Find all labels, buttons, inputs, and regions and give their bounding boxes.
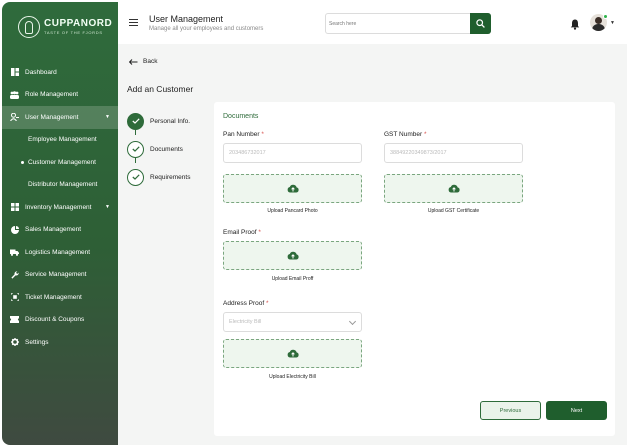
back-button[interactable]: Back bbox=[129, 58, 157, 65]
truck-icon bbox=[10, 248, 19, 257]
search-input[interactable] bbox=[329, 17, 469, 30]
sidebar-nav: Dashboard Role Management User Managemen… bbox=[2, 61, 118, 354]
search-icon bbox=[476, 19, 485, 28]
upload-caption: Upload GST Certificate bbox=[427, 208, 480, 214]
back-label: Back bbox=[143, 58, 158, 65]
sidebar-item-dashboard[interactable]: Dashboard bbox=[2, 61, 118, 84]
user-icon bbox=[10, 113, 19, 122]
upload-caption: Upload Electricity Bill bbox=[269, 374, 316, 380]
sidebar-item-label: Role Management bbox=[25, 91, 79, 99]
arrow-left-icon bbox=[129, 58, 138, 65]
step-personal-info[interactable]: Personal Info. bbox=[127, 107, 207, 135]
step-label: Personal Info. bbox=[150, 117, 191, 125]
sidebar-item-ticket-management[interactable]: Ticket Management bbox=[2, 286, 118, 309]
role-icon bbox=[10, 90, 19, 99]
caret-down-icon: ▼ bbox=[105, 204, 110, 211]
menu-icon[interactable] bbox=[129, 19, 138, 26]
upload-electricity-bill-dropzone[interactable] bbox=[223, 339, 362, 368]
sidebar-item-user-management[interactable]: User Management ▼ bbox=[2, 106, 118, 129]
sidebar-item-label: Sales Management bbox=[25, 226, 82, 234]
sidebar-item-role-management[interactable]: Role Management bbox=[2, 84, 118, 107]
cloud-upload-icon bbox=[287, 184, 299, 193]
address-proof-select[interactable]: Electricity Bill bbox=[223, 312, 362, 332]
upload-pancard-dropzone[interactable] bbox=[223, 174, 362, 203]
gear-icon bbox=[10, 338, 19, 347]
upload-email-dropzone[interactable] bbox=[223, 241, 362, 270]
previous-button[interactable]: Previous bbox=[480, 401, 541, 420]
sidebar-item-label: Dashboard bbox=[25, 68, 57, 76]
coupon-icon bbox=[10, 315, 19, 324]
caret-down-icon: ▼ bbox=[105, 114, 110, 121]
caret-down-icon[interactable]: ▼ bbox=[610, 20, 615, 26]
step-requirements[interactable]: Requirements bbox=[127, 163, 207, 191]
check-icon bbox=[127, 140, 144, 158]
brand-tagline: TASTE OF THE FJORDS bbox=[44, 30, 103, 35]
cloud-upload-icon bbox=[287, 251, 299, 260]
check-icon bbox=[127, 112, 144, 130]
address-proof-label: Address Proof * bbox=[223, 300, 269, 307]
sidebar-subitem-label: Customer Management bbox=[28, 158, 96, 166]
gst-number-label: GST Number * bbox=[384, 131, 427, 138]
sidebar-item-label: Ticket Management bbox=[25, 293, 82, 301]
bell-icon[interactable] bbox=[570, 17, 580, 30]
sidebar: CUPPANORD TASTE OF THE FJORDS Dashboard … bbox=[2, 2, 118, 445]
app-frame: CUPPANORD TASTE OF THE FJORDS Dashboard … bbox=[0, 0, 629, 447]
upload-gst-dropzone[interactable] bbox=[384, 174, 523, 203]
sidebar-item-label: Discount & Coupons bbox=[25, 316, 85, 324]
online-status-dot bbox=[603, 14, 608, 19]
sidebar-item-settings[interactable]: Settings bbox=[2, 331, 118, 354]
coffee-cup-icon bbox=[18, 16, 40, 38]
pan-number-field[interactable]: 203486732017 bbox=[223, 143, 362, 163]
sidebar-item-label: Logistics Management bbox=[25, 248, 91, 256]
email-proof-label: Email Proof * bbox=[223, 229, 261, 236]
sidebar-subitem-label: Distributor Management bbox=[28, 181, 98, 189]
documents-form: Documents Pan Number * 203486732017 GST … bbox=[214, 102, 615, 436]
upload-caption: Upload Pancard Photo bbox=[267, 208, 318, 214]
next-button[interactable]: Next bbox=[546, 401, 607, 420]
main-content: Back Add an Customer Personal Info. Docu… bbox=[118, 44, 627, 445]
sidebar-item-label: Settings bbox=[25, 338, 49, 346]
ticket-icon bbox=[10, 293, 19, 302]
dashboard-icon bbox=[10, 68, 19, 77]
pan-number-label: Pan Number * bbox=[223, 131, 264, 138]
top-header: User Management Manage all your employee… bbox=[118, 2, 627, 44]
sidebar-item-sales-management[interactable]: Sales Management bbox=[2, 219, 118, 242]
step-label: Documents bbox=[150, 145, 183, 153]
wrench-icon bbox=[10, 270, 19, 279]
sidebar-item-inventory-management[interactable]: Inventory Management ▼ bbox=[2, 196, 118, 219]
page-header-subtitle: Manage all your employees and customers bbox=[149, 26, 264, 32]
chevron-down-icon bbox=[348, 317, 357, 326]
inventory-icon bbox=[10, 203, 19, 212]
gst-number-field[interactable]: 38849220349873/2017 bbox=[384, 143, 523, 163]
sidebar-item-label: Inventory Management bbox=[25, 203, 92, 211]
sidebar-item-logistics-management[interactable]: Logistics Management bbox=[2, 241, 118, 264]
sidebar-subitem-employee-management[interactable]: Employee Management bbox=[2, 129, 118, 152]
sidebar-item-label: Service Management bbox=[25, 271, 87, 279]
sidebar-subitem-distributor-management[interactable]: Distributor Management bbox=[2, 174, 118, 197]
section-title: Documents bbox=[223, 113, 259, 120]
sidebar-item-discount-coupons[interactable]: Discount & Coupons bbox=[2, 309, 118, 332]
step-label: Requirements bbox=[150, 173, 191, 181]
check-icon bbox=[127, 168, 144, 186]
sidebar-subitem-customer-management[interactable]: Customer Management bbox=[2, 151, 118, 174]
brand-logo: CUPPANORD TASTE OF THE FJORDS bbox=[18, 16, 112, 38]
stepper: Personal Info. Documents Requirements bbox=[127, 107, 207, 191]
step-documents[interactable]: Documents bbox=[127, 135, 207, 163]
sidebar-item-label: User Management bbox=[25, 113, 79, 121]
search-box bbox=[325, 13, 491, 34]
sidebar-item-service-management[interactable]: Service Management bbox=[2, 264, 118, 287]
upload-caption: Upload Email Proff bbox=[271, 276, 314, 282]
search-button[interactable] bbox=[470, 13, 491, 34]
page-title: Add an Customer bbox=[127, 84, 194, 94]
cloud-upload-icon bbox=[448, 184, 460, 193]
brand-name: CUPPANORD bbox=[44, 18, 113, 29]
page-header-title: User Management bbox=[149, 14, 224, 24]
cloud-upload-icon bbox=[287, 349, 299, 358]
sales-icon bbox=[10, 225, 19, 234]
sidebar-subitem-label: Employee Management bbox=[28, 136, 97, 144]
